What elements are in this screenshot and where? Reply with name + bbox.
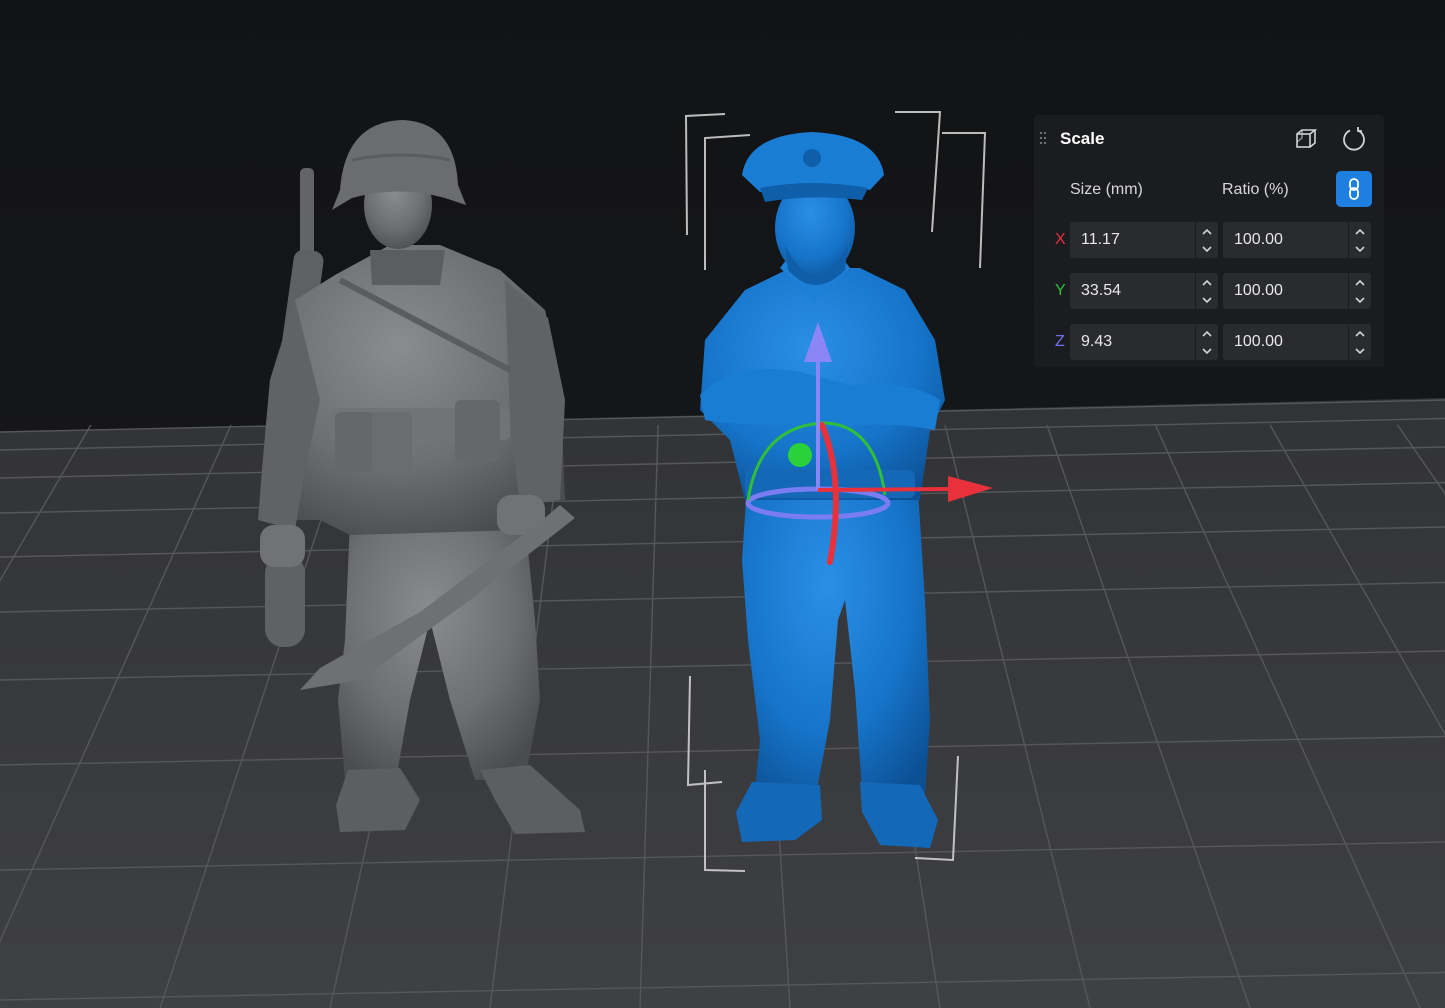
increment-button[interactable] xyxy=(1196,223,1218,240)
ratio-field-x xyxy=(1223,222,1371,258)
ratio-field-y xyxy=(1223,273,1371,309)
increment-button[interactable] xyxy=(1349,274,1371,291)
ratio-stepper-z[interactable] xyxy=(1348,324,1371,360)
cube-outline-icon[interactable] xyxy=(1291,124,1321,154)
increment-button[interactable] xyxy=(1196,274,1218,291)
scale-panel: Scale Size (mm) Ratio (%) X Y Z xyxy=(1034,115,1384,367)
size-column-label: Size (mm) xyxy=(1070,181,1143,198)
chevron-up-icon xyxy=(1355,330,1365,337)
uniform-scale-link-button[interactable] xyxy=(1336,171,1372,207)
ratio-stepper-y[interactable] xyxy=(1348,273,1371,309)
chain-link-icon xyxy=(1349,178,1359,200)
size-field-y xyxy=(1070,273,1218,309)
decrement-button[interactable] xyxy=(1349,291,1371,308)
ratio-input-x[interactable] xyxy=(1223,222,1343,258)
drag-handle-icon[interactable] xyxy=(1040,132,1048,146)
build-plate-floor xyxy=(0,398,1445,1008)
chevron-up-icon xyxy=(1202,228,1212,235)
reset-rotate-icon[interactable] xyxy=(1339,124,1369,154)
chevron-down-icon xyxy=(1355,296,1365,303)
axis-label-y: Y xyxy=(1055,282,1066,299)
decrement-button[interactable] xyxy=(1196,342,1218,359)
chevron-up-icon xyxy=(1202,279,1212,286)
chevron-down-icon xyxy=(1355,347,1365,354)
increment-button[interactable] xyxy=(1196,325,1218,342)
ratio-column-label: Ratio (%) xyxy=(1222,181,1289,198)
decrement-button[interactable] xyxy=(1196,291,1218,308)
ratio-input-y[interactable] xyxy=(1223,273,1343,309)
chevron-down-icon xyxy=(1355,245,1365,252)
chevron-down-icon xyxy=(1202,296,1212,303)
decrement-button[interactable] xyxy=(1196,240,1218,257)
size-stepper-z[interactable] xyxy=(1195,324,1218,360)
decrement-button[interactable] xyxy=(1349,342,1371,359)
ratio-stepper-x[interactable] xyxy=(1348,222,1371,258)
decrement-button[interactable] xyxy=(1349,240,1371,257)
increment-button[interactable] xyxy=(1349,223,1371,240)
chevron-down-icon xyxy=(1202,245,1212,252)
size-input-z[interactable] xyxy=(1070,324,1190,360)
increment-button[interactable] xyxy=(1349,325,1371,342)
chevron-up-icon xyxy=(1355,279,1365,286)
size-stepper-y[interactable] xyxy=(1195,273,1218,309)
axis-label-x: X xyxy=(1055,231,1066,248)
size-stepper-x[interactable] xyxy=(1195,222,1218,258)
ratio-input-z[interactable] xyxy=(1223,324,1343,360)
size-field-x xyxy=(1070,222,1218,258)
chevron-up-icon xyxy=(1355,228,1365,235)
chevron-down-icon xyxy=(1202,347,1212,354)
size-input-x[interactable] xyxy=(1070,222,1190,258)
size-field-z xyxy=(1070,324,1218,360)
ratio-field-z xyxy=(1223,324,1371,360)
size-input-y[interactable] xyxy=(1070,273,1190,309)
axis-label-z: Z xyxy=(1055,333,1065,350)
chevron-up-icon xyxy=(1202,330,1212,337)
panel-title: Scale xyxy=(1060,129,1105,148)
3d-viewport[interactable]: Scale Size (mm) Ratio (%) X Y Z xyxy=(0,0,1445,1008)
rotate-handle[interactable] xyxy=(788,443,812,467)
